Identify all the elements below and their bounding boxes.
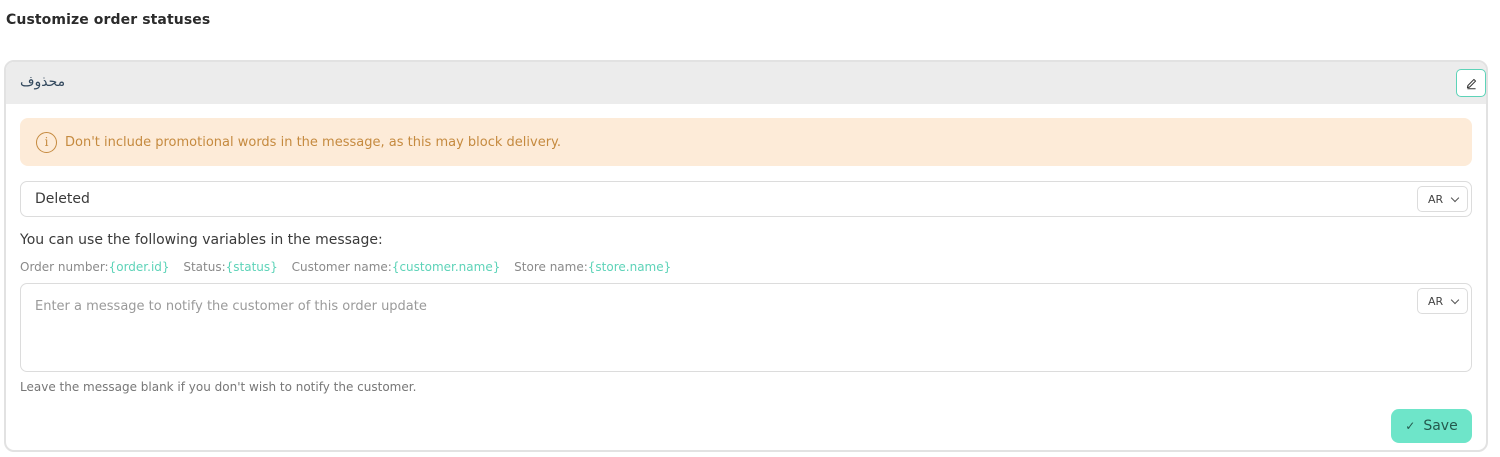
language-label: AR xyxy=(1428,294,1444,308)
variable-token[interactable]: {store.name} xyxy=(588,260,671,274)
status-name-language-select[interactable]: AR xyxy=(1417,186,1468,212)
variables-list: Order number:{order.id} Status:{status} … xyxy=(20,260,681,274)
message-textarea[interactable]: Enter a message to notify the customer o… xyxy=(20,283,1472,372)
variable-token[interactable]: {status} xyxy=(226,260,278,274)
variable-status: Status:{status} xyxy=(183,260,278,274)
edit-button[interactable] xyxy=(1456,69,1486,97)
page-title: Customize order statuses xyxy=(6,12,211,28)
warning-alert: i Don't include promotional words in the… xyxy=(20,118,1472,166)
message-hint: Leave the message blank if you don't wis… xyxy=(20,380,417,394)
card-header: محذوف xyxy=(6,62,1486,104)
order-status-card: محذوف i Don't include promotional words … xyxy=(4,60,1488,452)
status-name-value: Deleted xyxy=(35,191,90,207)
save-button[interactable]: ✓ Save xyxy=(1391,409,1472,443)
variable-token[interactable]: {customer.name} xyxy=(392,260,501,274)
status-header-title: محذوف xyxy=(20,74,66,90)
chevron-down-icon xyxy=(1450,193,1460,203)
message-language-select[interactable]: AR xyxy=(1417,288,1468,314)
save-label: Save xyxy=(1423,418,1458,434)
variable-token[interactable]: {order.id} xyxy=(109,260,170,274)
variable-store-name: Store name:{store.name} xyxy=(514,260,672,274)
message-placeholder: Enter a message to notify the customer o… xyxy=(35,299,427,314)
info-icon: i xyxy=(36,131,57,153)
check-icon: ✓ xyxy=(1405,419,1416,433)
language-label: AR xyxy=(1428,192,1444,206)
variable-customer-name: Customer name:{customer.name} xyxy=(291,260,501,274)
variable-order-number: Order number:{order.id} xyxy=(20,260,170,274)
alert-text: Don't include promotional words in the m… xyxy=(65,134,562,150)
variables-title: You can use the following variables in t… xyxy=(20,232,383,248)
pencil-icon xyxy=(1466,78,1476,89)
chevron-down-icon xyxy=(1450,295,1460,305)
status-name-input[interactable]: Deleted AR xyxy=(20,181,1472,217)
